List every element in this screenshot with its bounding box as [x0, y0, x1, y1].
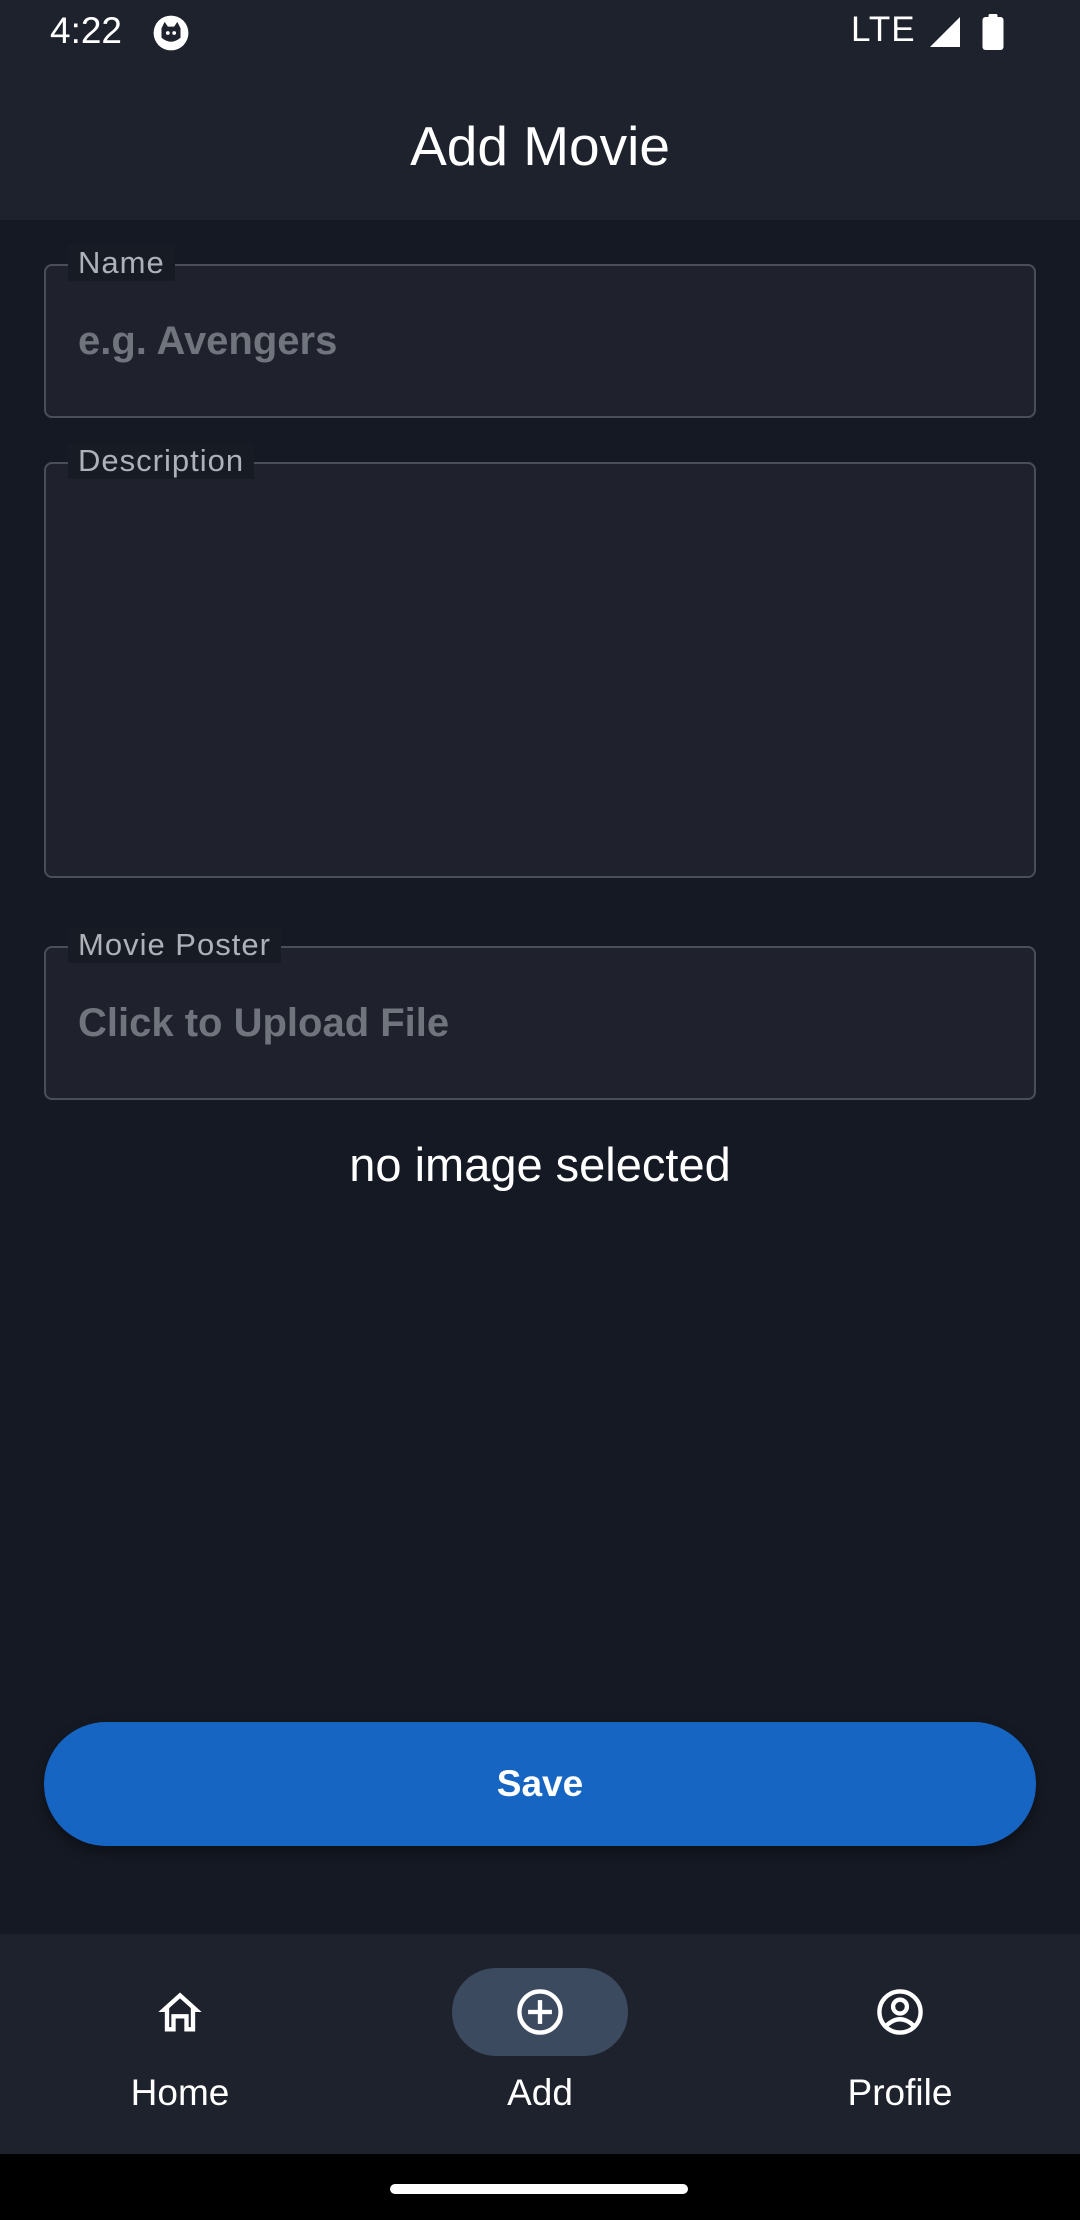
profile-icon [877, 1989, 923, 2035]
nav-label-home: Home [130, 2072, 230, 2113]
status-time: 4:22 [50, 10, 123, 51]
page-title: Add Movie [410, 115, 670, 177]
nav-label-profile: Profile [847, 2072, 953, 2113]
description-field[interactable]: Description [44, 443, 1036, 878]
description-field-label: Description [68, 443, 255, 479]
home-icon [158, 1992, 202, 2032]
poster-upload-field[interactable]: Movie Poster [44, 927, 1036, 1100]
poster-upload-input[interactable] [78, 948, 1002, 1098]
add-circle-icon [517, 1989, 563, 2035]
network-type: LTE [851, 10, 916, 49]
battery-icon [982, 14, 1004, 50]
nav-item-add[interactable]: Add [360, 1934, 720, 2154]
name-field[interactable]: Name [44, 245, 1036, 418]
system-gesture-bar [0, 2154, 1080, 2220]
save-button[interactable]: Save [44, 1722, 1036, 1846]
home-gesture-handle[interactable] [390, 2184, 688, 2194]
signal-icon [930, 17, 960, 47]
nav-label-add: Add [507, 2072, 573, 2113]
status-bar: 4:22 LTE [0, 0, 1080, 66]
nav-item-profile[interactable]: Profile [720, 1934, 1080, 2154]
image-status-text: no image selected [349, 1138, 731, 1191]
nav-item-home[interactable]: Home [0, 1934, 360, 2154]
description-input[interactable] [78, 492, 1002, 848]
cat-icon [153, 15, 189, 51]
app-bar: Add Movie [0, 66, 1080, 220]
bottom-navigation: Home Add Profile [0, 1934, 1080, 2154]
name-input[interactable] [78, 266, 1002, 416]
